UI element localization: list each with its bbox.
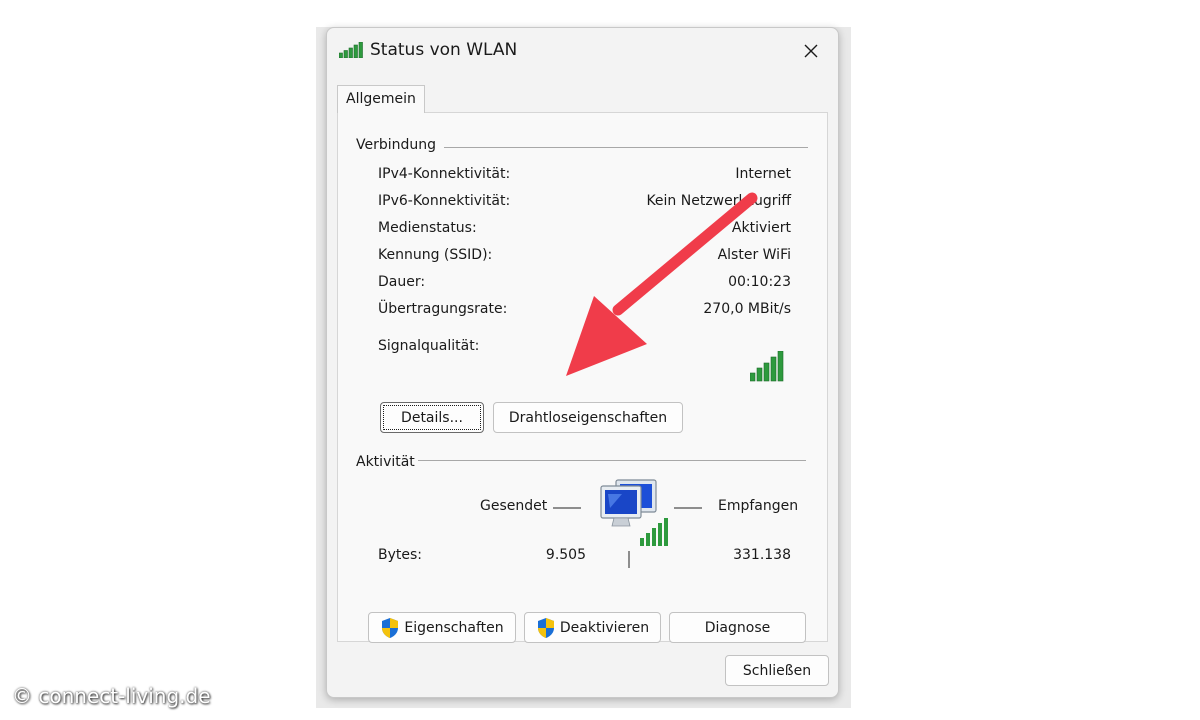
- bytes-divider: [628, 551, 630, 568]
- uac-shield-icon: [537, 617, 554, 638]
- duration-value: 00:10:23: [728, 274, 791, 290]
- ipv4-value: Internet: [735, 166, 791, 182]
- close-icon: [804, 44, 818, 58]
- duration-label: Dauer:: [378, 274, 426, 290]
- uac-shield-icon: [382, 617, 399, 638]
- speed-label: Übertragungsrate:: [378, 301, 508, 317]
- sent-label: Gesendet: [480, 498, 548, 514]
- diagnose-button[interactable]: Diagnose: [669, 612, 806, 643]
- details-button[interactable]: Details...: [380, 402, 484, 433]
- signal-quality-label: Signalqualität:: [378, 338, 480, 354]
- ipv6-value: Kein Netzwerkzugriff: [646, 193, 791, 209]
- close-dialog-button[interactable]: Schließen: [725, 655, 829, 686]
- wifi-signal-icon: [338, 41, 365, 62]
- deactivate-button-label: Deaktivieren: [559, 619, 650, 636]
- signal-strength-icon: [749, 350, 788, 387]
- deactivate-button[interactable]: Deaktivieren: [524, 612, 661, 643]
- connection-group-label: Verbindung: [356, 137, 437, 153]
- ssid-label: Kennung (SSID):: [378, 247, 493, 263]
- speed-value: 270,0 MBit/s: [703, 301, 791, 317]
- watermark: © connect-living.de: [12, 684, 211, 708]
- activity-group-label: Aktivität: [356, 454, 415, 470]
- activity-group-divider: [418, 460, 806, 461]
- close-button[interactable]: [794, 36, 828, 66]
- wlan-status-dialog: Status von WLAN Allgemein Verbindung IPv…: [326, 27, 839, 698]
- properties-button[interactable]: Eigenschaften: [368, 612, 516, 643]
- tab-allgemein[interactable]: Allgemein: [337, 85, 425, 113]
- bytes-received-value: 331.138: [733, 547, 791, 563]
- network-computers-icon: [600, 478, 674, 552]
- ssid-value: Alster WiFi: [717, 247, 791, 263]
- received-connector: [674, 507, 702, 509]
- ipv6-label: IPv6-Konnektivität:: [378, 193, 511, 209]
- bytes-label: Bytes:: [378, 547, 423, 563]
- dialog-title: Status von WLAN: [370, 40, 518, 60]
- ipv4-label: IPv4-Konnektivität:: [378, 166, 511, 182]
- title-bar: Status von WLAN: [327, 28, 838, 74]
- sent-connector: [553, 507, 581, 509]
- media-status-label: Medienstatus:: [378, 220, 477, 236]
- connection-group-divider: [444, 147, 808, 148]
- bytes-sent-value: 9.505: [545, 547, 586, 563]
- media-status-value: Aktiviert: [731, 220, 791, 236]
- wireless-properties-button[interactable]: Drahtloseigenschaften: [493, 402, 683, 433]
- received-label: Empfangen: [718, 498, 799, 514]
- properties-button-label: Eigenschaften: [404, 619, 504, 636]
- general-panel: Verbindung IPv4-Konnektivität: Internet …: [337, 112, 828, 643]
